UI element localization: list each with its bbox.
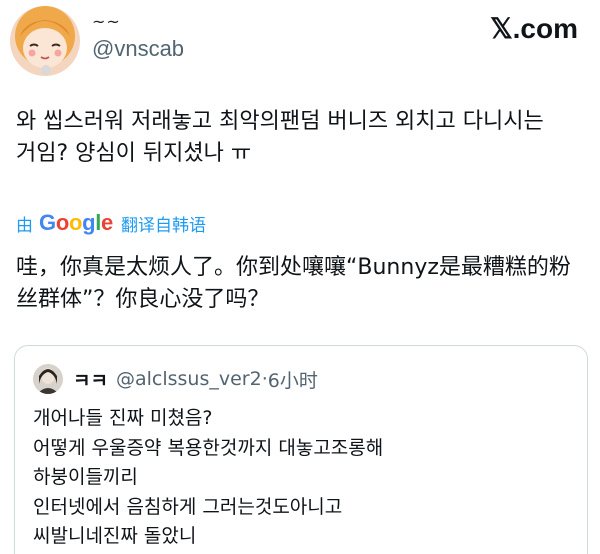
translation-attribution[interactable]: 由 Google 翻译自韩语 [16,208,206,238]
avatar-photo-icon [33,364,63,394]
translation-by-label: 由 [16,215,33,236]
quoted-user-avatar[interactable] [33,364,63,394]
quoted-timestamp[interactable]: 6小时 [268,366,318,393]
avatar-cartoon-icon [10,6,80,76]
quoted-display-name[interactable]: ㅋㅋ [73,366,108,393]
user-handle[interactable]: @vnscab [92,36,184,62]
tweet-body: 와 씹스러워 저래놓고 최악의팬덤 버니즈 외치고 다니시는 거임? 양심이 뒤… [16,106,586,170]
quoted-tweet-header: ㅋㅋ @alclssus_ver2 · 6小时 [33,364,318,394]
tweet-text-line: 거임? 양심이 뒤지셨나 ㅠ [16,141,252,166]
translated-text-line: 哇，你真是太烦人了。你到处嚷嚷“Bunnyz是最糟糕的粉 [16,255,571,280]
quoted-text-line: 인터넷에서 음침하게 그러는것도아니고 [33,495,343,518]
translated-text-line: 丝群体”？你良心没了吗？ [16,287,270,312]
quoted-text-line: 하붕이들끼리 [33,466,138,488]
tweet-header: ~~ @vnscab 𝕏.com [0,0,600,80]
quoted-tweet-body: 개어나들 진짜 미쳤음? 어떻게 우울증약 복용한것까지 대놓고조롱해 하붕이들… [33,404,573,552]
quoted-text-line: 어떻게 우울증약 복용한것까지 대놓고조롱해 [33,436,384,459]
quoted-handle[interactable]: @alclssus_ver2 [116,368,262,390]
quoted-text-line: 개어나들 진짜 미쳤음? [33,407,213,429]
tweet-text-line: 와 씹스러워 저래놓고 최악의팬덤 버니즈 외치고 다니시는 [16,109,544,134]
x-logo: 𝕏.com [490,13,578,44]
quoted-tweet[interactable]: ㅋㅋ @alclssus_ver2 · 6小时 개어나들 진짜 미쳤음? 어떻게… [14,345,588,554]
google-logo-icon: Google [39,210,113,235]
translation-source-label: 翻译自韩语 [120,215,206,236]
user-avatar[interactable] [10,6,80,76]
translated-body: 哇，你真是太烦人了。你到处嚷嚷“Bunnyz是最糟糕的粉 丝群体”？你良心没了吗… [16,252,591,316]
quoted-text-line: 씨발니네진짜 돌았니 [33,525,197,547]
display-name[interactable]: ~~ [92,12,121,31]
